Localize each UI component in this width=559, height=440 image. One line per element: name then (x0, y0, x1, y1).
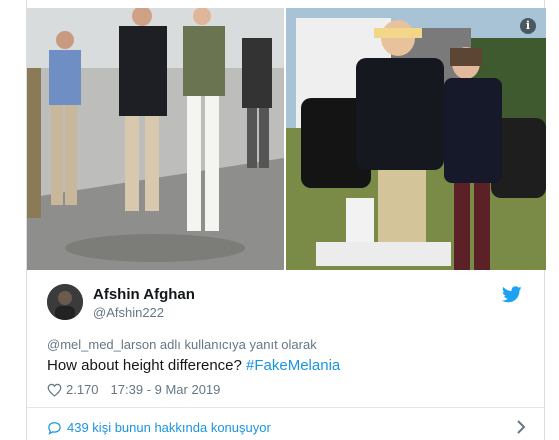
walking-group-photo (27, 8, 284, 270)
like-count[interactable]: 2.170 (66, 382, 99, 397)
tweet-text: How about height difference? #FakeMelani… (47, 357, 340, 374)
twitter-bird-icon[interactable] (502, 286, 522, 303)
tweet-text-body: How about height difference? (47, 357, 247, 374)
avatar-image (47, 284, 83, 320)
tweet-meta: 2.170 17:39 - 9 Mar 2019 (47, 382, 220, 397)
tweet-card: i Afshin Afghan @Afshin222 @mel_med_lars… (26, 0, 546, 440)
hashtag-link[interactable]: #FakeMelania (246, 357, 340, 374)
avatar[interactable] (47, 284, 83, 320)
display-name[interactable]: Afshin Afghan (93, 286, 195, 303)
timestamp[interactable]: 17:39 - 9 Mar 2019 (111, 382, 221, 397)
couple-standing-photo (286, 8, 546, 270)
chevron-right-icon[interactable] (516, 420, 526, 434)
comment-icon (48, 421, 61, 435)
user-handle[interactable]: @Afshin222 (93, 305, 164, 320)
conversation-text: 439 kişi bunun hakkında konuşuyor (67, 420, 271, 435)
divider (27, 407, 544, 408)
heart-icon[interactable] (47, 383, 62, 397)
tweet-media[interactable]: i (27, 8, 546, 270)
reply-context[interactable]: @mel_med_larson adlı kullanıcıya yanıt o… (47, 337, 317, 352)
media-photo-left[interactable] (27, 8, 284, 270)
media-photo-right[interactable]: i (286, 8, 546, 270)
info-icon[interactable]: i (520, 18, 536, 34)
conversation-link[interactable]: 439 kişi bunun hakkında konuşuyor (47, 420, 271, 435)
